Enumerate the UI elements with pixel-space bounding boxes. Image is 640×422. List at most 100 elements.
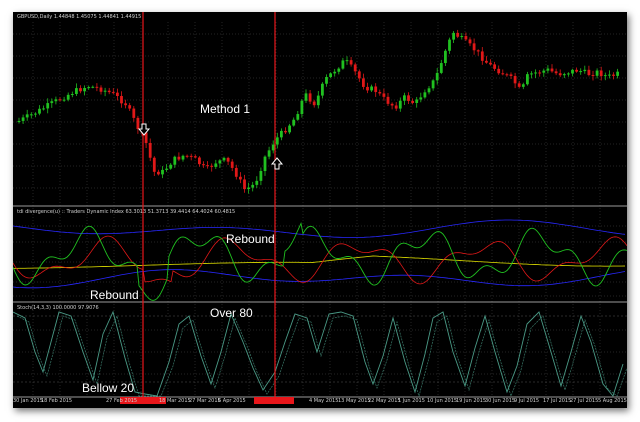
candle-body [546,68,550,71]
candle-body [29,114,33,116]
chart-window[interactable]: GBPUSD,Daily 1.44848 1.45075 1.44841 1.4… [13,12,627,408]
date-tick-label: 18 Mar 2015 [159,398,191,404]
candle-body [202,164,205,166]
candle-body [329,73,332,78]
candle-body [66,94,70,100]
candle-body [193,156,197,158]
candle-body [603,75,607,77]
candle-body [497,68,501,74]
candle-body [398,100,402,109]
candle-body [300,100,304,115]
candle-body [480,51,484,61]
candle-body [161,169,164,175]
candle-body [136,117,140,130]
candle-body [189,155,193,157]
candle-body [538,72,542,74]
candle-body [439,63,443,73]
candle-body [46,103,50,109]
candle-body [304,93,308,101]
candle-body [468,39,472,44]
date-tick-label: 1 Jun 2015 [398,398,425,404]
candle-body [267,150,271,157]
candle-body [571,69,574,74]
candle-body [173,156,177,165]
candle-body [448,39,451,51]
tdi-market-baseline [13,255,626,269]
candle-body [243,179,246,190]
candle-body [530,73,533,75]
date-tick-label: 27 Jul 2015 [570,398,599,404]
candle-body [357,71,361,79]
candle-body [83,87,86,92]
candle-body [485,60,488,63]
candle-body [181,155,185,160]
candle-body [362,78,365,87]
candle-body [251,184,255,188]
candle-body [316,95,320,106]
candle-body [169,164,173,169]
date-tick-label: 17 Jul 2015 [543,398,572,404]
symbol-timeframe: GBPUSD,Daily [17,14,53,20]
candle-body [165,168,168,170]
candle-body [558,73,562,76]
below-20-label: Bellow 20 [82,381,135,395]
date-tick-label: 27 Feb 2015 [106,398,138,404]
candle-body [38,108,41,114]
candle-body [280,130,283,138]
tdi-header: tdi divergence(u) :: Traders Dynamic Ind… [17,209,236,215]
candle-body [292,119,296,126]
candle-body [25,114,29,118]
rebound-bottom-label: Rebound [90,288,139,302]
date-tick-label: 30 Jun 2015 [485,398,516,404]
date-tick-label: 4 May 2015 [309,398,339,404]
candle-body [599,70,603,77]
candle-body [214,163,218,167]
candle-body [394,105,398,109]
candle-body [42,108,45,110]
date-tick-label: 19 Jun 2015 [456,398,487,404]
candle-body [509,74,513,77]
candle-body [370,86,373,91]
candle-body [177,156,181,160]
candle-body [124,103,127,106]
candle-body [562,74,566,76]
candle-body [382,93,386,97]
candle-body [152,157,156,172]
date-tick-label: 27 Mar 2015 [189,398,221,404]
vertical-markers [142,12,276,397]
candle-body [17,120,21,122]
candle-body [116,92,119,97]
candle-body [62,99,66,101]
candle-body [288,125,291,133]
candle-body [120,96,123,104]
candle-body [517,83,521,87]
candle-body [587,69,591,76]
candle-body [591,75,595,77]
candle-body [308,93,312,102]
candle-body [386,96,390,104]
candle-body [337,68,341,72]
date-tick-label: 6 Apr 2015 [218,398,246,404]
candle-body [513,76,517,84]
candle-body [230,161,234,168]
candle-body [431,80,435,89]
symbol-header: GBPUSD,Daily 1.44848 1.45075 1.44841 1.4… [17,14,141,20]
candle-body [321,83,324,96]
candle-body [415,99,419,103]
date-tick-label: 18 Feb 2015 [41,398,73,404]
price-candles [17,29,619,194]
candle-body [427,88,431,93]
candle-body [128,105,132,109]
candle-body [312,101,316,106]
candle-body [419,97,423,100]
date-tick-label: 5 Aug 2015 [598,398,627,404]
candle-body [460,36,464,38]
rebound-top-label: Rebound [226,232,275,246]
date-tick-label: 10 Jun 2015 [427,398,458,404]
candle-body [493,64,496,69]
candle-body [472,43,476,51]
candle-body [284,130,287,133]
candle-body [333,71,337,74]
candle-body [132,108,136,118]
tdi-signal-line [13,235,627,285]
